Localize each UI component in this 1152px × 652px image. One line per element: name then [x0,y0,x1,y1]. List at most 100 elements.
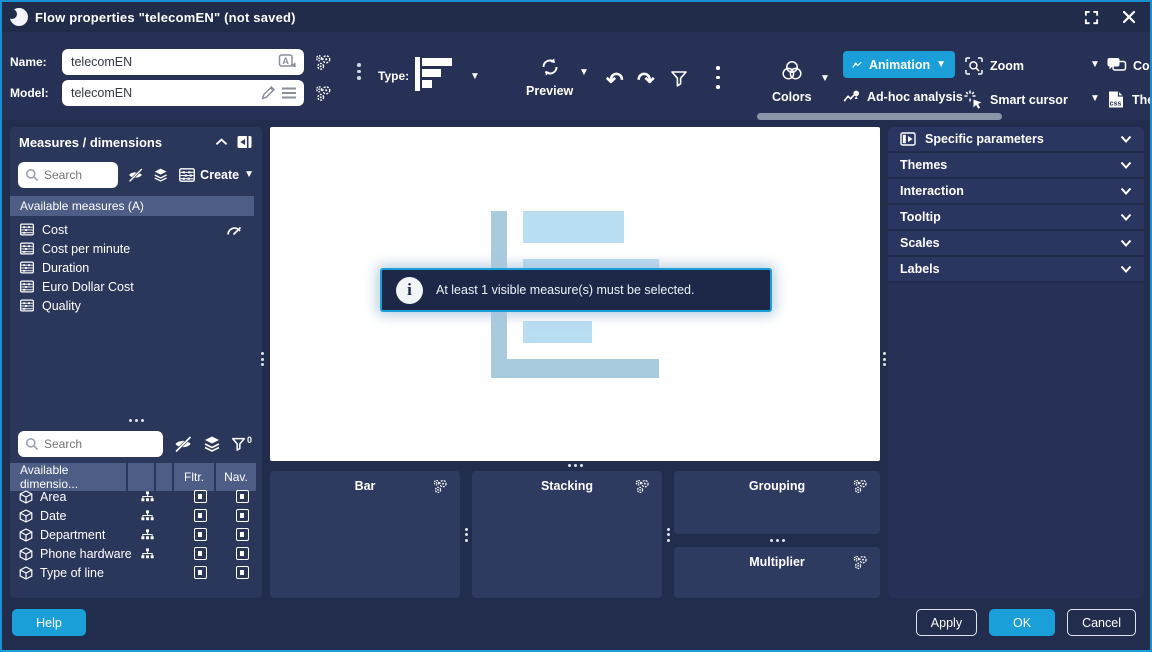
chevron-down-icon [1120,187,1132,196]
zone-resize-handle[interactable] [674,534,880,547]
zone-settings-button[interactable] [852,554,869,571]
name-binding-button[interactable] [314,53,333,72]
dimension-row[interactable]: Phone hardware [10,544,262,563]
drop-zone-stacking[interactable]: Stacking [472,471,662,598]
translate-icon[interactable]: A [278,53,297,71]
collapse-up-icon[interactable] [215,138,228,146]
measure-row[interactable]: Quality [10,296,254,315]
model-binding-button[interactable] [314,84,333,103]
cube-icon [19,566,33,580]
gears-cluster-icon [634,478,651,495]
ok-button[interactable]: OK [989,609,1055,636]
animation-button[interactable]: Animation ▼ [843,51,955,78]
measure-row[interactable]: Cost [10,220,254,239]
menu-lines-icon[interactable] [281,86,297,100]
fltr-checkbox[interactable] [194,566,207,579]
chart-type-dropdown[interactable]: ▼ [470,72,480,82]
zone-settings-button[interactable] [634,478,651,495]
measure-row[interactable]: Cost per minute [10,239,254,258]
cancel-button[interactable]: Cancel [1067,609,1136,636]
dimension-filter-button[interactable]: 0 [231,437,252,452]
section-specific-parameters[interactable]: Specific parameters [888,127,1144,153]
hierarchy-icon[interactable] [141,529,154,540]
more-options-button[interactable] [716,66,720,89]
available-measures-header[interactable]: Available measures (A) [10,196,254,216]
preview-button[interactable]: Preview [526,56,573,98]
zone-splitter[interactable] [460,471,472,598]
section-interaction[interactable]: Interaction [888,179,1144,205]
comments-icon [1106,56,1127,75]
help-button[interactable]: Help [12,609,86,636]
section-scales[interactable]: Scales [888,231,1144,257]
drop-zone-bar[interactable]: Bar [270,471,460,598]
undo-button[interactable]: ↶ [606,68,624,93]
comments-button[interactable]: Comments [1106,56,1152,75]
measure-row[interactable]: Euro Dollar Cost [10,277,254,296]
chart-type-button[interactable] [414,54,460,94]
drop-zone-multiplier[interactable]: Multiplier [674,547,880,598]
nav-checkbox[interactable] [236,528,249,541]
zoom-button[interactable]: Zoom [964,56,1024,76]
nav-checkbox[interactable] [236,490,249,503]
hierarchy-icon[interactable] [141,491,154,502]
svg-text:A: A [282,56,289,66]
preview-dropdown[interactable]: ▼ [579,68,589,78]
section-labels[interactable]: Labels [888,257,1144,283]
section-tooltip[interactable]: Tooltip [888,205,1144,231]
smart-cursor-icon [964,90,984,110]
collapse-panel-icon[interactable] [236,134,253,150]
gauge-icon[interactable] [226,223,242,237]
zoom-dropdown[interactable]: ▼ [1090,60,1100,70]
dimension-row[interactable]: Type of line [10,563,262,582]
close-button[interactable] [1120,8,1138,26]
gears-cluster-icon [314,84,333,103]
filter-button[interactable] [670,70,688,88]
redo-button[interactable]: ↷ [637,68,655,93]
smart-cursor-button[interactable]: Smart cursor [964,90,1068,110]
fltr-checkbox[interactable] [194,547,207,560]
edit-pencil-icon[interactable] [260,84,277,101]
chart-preview-canvas[interactable]: i At least 1 visible measure(s) must be … [270,127,880,461]
nav-checkbox[interactable] [236,566,249,579]
expand-panel-icon[interactable] [900,131,916,147]
section-themes[interactable]: Themes [888,153,1144,179]
right-splitter-handle[interactable] [883,352,886,366]
drop-zone-grouping[interactable]: Grouping [674,471,880,534]
zone-splitter[interactable] [662,471,674,598]
hierarchy-icon[interactable] [141,510,154,521]
dimensions-search-input[interactable] [18,431,163,457]
layers-icon[interactable] [153,166,168,184]
hierarchy-icon[interactable] [141,548,154,559]
toolbar-scrollbar[interactable] [757,113,1002,120]
hide-eye-icon[interactable] [127,165,144,185]
create-measure-button[interactable]: Create ▼ [179,168,254,182]
fltr-checkbox[interactable] [194,509,207,522]
layers-icon[interactable] [203,435,221,453]
colors-dropdown[interactable]: ▼ [820,74,830,84]
left-splitter-handle[interactable] [261,352,264,366]
watermark-bar [523,211,624,243]
dimension-row[interactable]: Date [10,506,262,525]
smart-cursor-dropdown[interactable]: ▼ [1090,94,1100,104]
nav-checkbox[interactable] [236,509,249,522]
section-label: Specific parameters [925,132,1044,146]
dimension-row[interactable]: Department [10,525,262,544]
panel-resize-handle[interactable] [10,413,262,427]
themes-button[interactable]: css Themes [1106,90,1152,109]
hide-eye-icon[interactable] [173,434,193,454]
zone-settings-button[interactable] [432,478,449,495]
measure-row[interactable]: Duration [10,258,254,277]
fullscreen-button[interactable] [1082,8,1101,27]
dimension-row[interactable]: Area [10,487,262,506]
colors-button[interactable]: Colors [772,58,812,104]
nav-checkbox[interactable] [236,547,249,560]
adhoc-analysis-button[interactable]: Ad-hoc analysis [843,88,963,105]
section-label: Interaction [900,184,964,198]
fltr-checkbox[interactable] [194,528,207,541]
apply-button[interactable]: Apply [916,609,977,636]
measure-label: Quality [42,299,81,313]
zone-settings-button[interactable] [852,478,869,495]
canvas-resize-handle[interactable] [270,461,880,470]
name-input[interactable] [62,49,304,75]
fltr-checkbox[interactable] [194,490,207,503]
